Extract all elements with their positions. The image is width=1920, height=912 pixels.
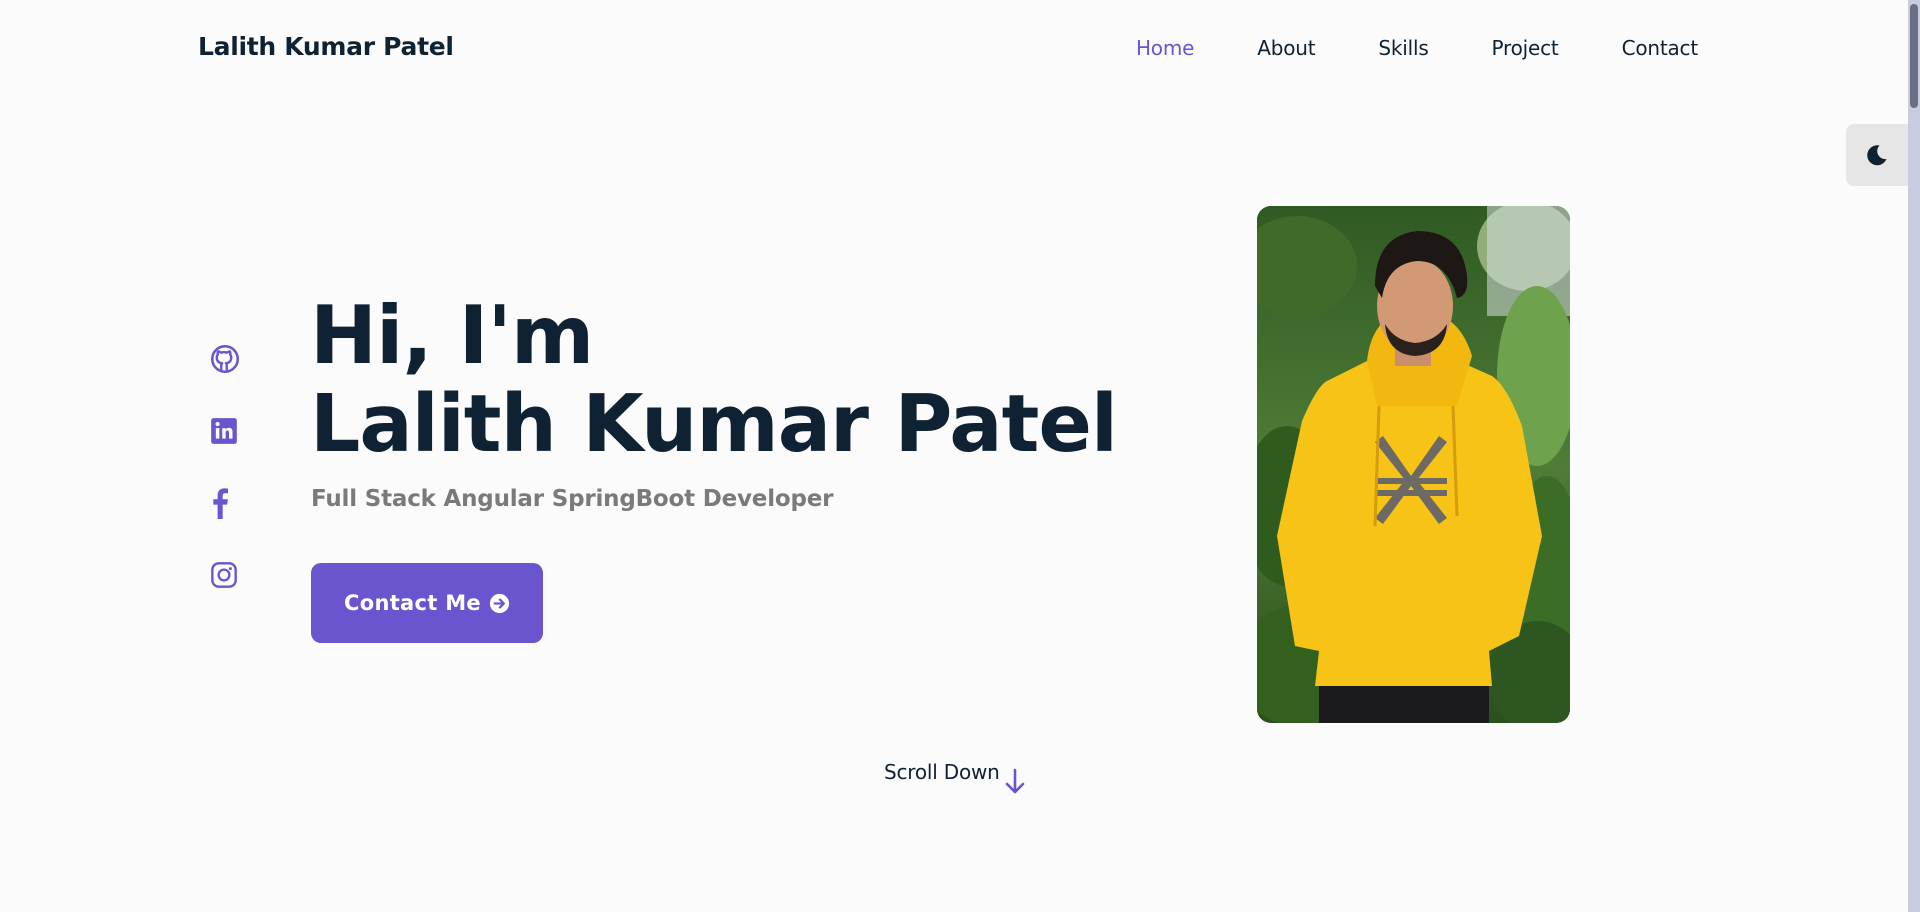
scroll-down-link[interactable]: Scroll Down	[884, 760, 1026, 796]
nav-about[interactable]: About	[1257, 36, 1315, 60]
nav-project[interactable]: Project	[1492, 36, 1559, 60]
instagram-icon	[211, 562, 237, 588]
facebook-link[interactable]	[210, 488, 244, 519]
hero-greeting: Hi, I'm	[310, 289, 594, 382]
contact-me-label: Contact Me	[344, 591, 481, 615]
github-icon	[211, 345, 239, 373]
page-scrollbar[interactable]	[1908, 0, 1920, 912]
site-header: Lalith Kumar Patel Home About Skills Pro…	[0, 0, 1908, 98]
profile-photo	[1257, 206, 1570, 723]
brand-logo[interactable]: Lalith Kumar Patel	[198, 32, 454, 61]
instagram-link[interactable]	[210, 560, 244, 590]
moon-icon	[1867, 145, 1887, 166]
facebook-icon	[213, 488, 228, 519]
hero-name: Lalith Kumar Patel	[310, 378, 1118, 470]
nav-home[interactable]: Home	[1136, 36, 1194, 60]
linkedin-icon	[211, 418, 237, 444]
linkedin-link[interactable]	[210, 416, 244, 446]
main-nav: Home About Skills Project Contact	[1136, 36, 1698, 60]
scroll-down-label: Scroll Down	[884, 760, 1000, 784]
scrollbar-thumb[interactable]	[1910, 4, 1918, 108]
arrow-down-icon	[1005, 768, 1024, 794]
contact-me-button[interactable]: Contact Me	[311, 563, 543, 643]
github-link[interactable]	[210, 344, 244, 374]
theme-toggle-button[interactable]	[1846, 124, 1908, 186]
hero-subtitle: Full Stack Angular SpringBoot Developer	[311, 486, 834, 512]
hero-heading: Hi, I'm Lalith Kumar Patel	[310, 289, 1118, 470]
nav-contact[interactable]: Contact	[1622, 36, 1699, 60]
arrow-right-circle-icon	[489, 593, 510, 613]
social-links	[210, 344, 244, 590]
nav-skills[interactable]: Skills	[1378, 36, 1428, 60]
